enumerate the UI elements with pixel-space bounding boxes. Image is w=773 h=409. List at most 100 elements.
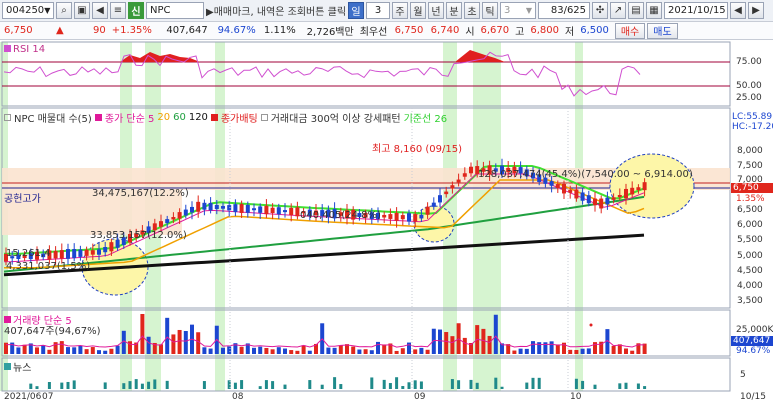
period-week-button[interactable]: 주 [392,2,409,19]
volume-bar-18 [115,345,120,354]
date-field[interactable]: 2021/10/15 [664,2,729,19]
candle-body-68 [425,206,430,215]
volume-profile-band-5: 4,331,037(1.5%) [6,261,91,272]
candle-body-75 [469,166,473,174]
crosshair-icon: ✣ [595,5,605,16]
search-icon: ⌕ [61,5,67,16]
volume-bar-64 [400,348,405,354]
period-count-value: 3 [374,5,382,16]
buy-button[interactable]: 매수 [614,22,646,39]
legend-strong-pattern: 거래대금 300억 이상 강세패턴 [270,114,401,125]
volume-bar-5 [35,347,39,354]
data-counter-value: 83/625 [550,5,587,16]
volume-bar-41 [258,346,263,354]
news-bar-73 [457,380,461,389]
candle-body-66 [413,214,418,222]
volume-bar-43 [270,349,275,354]
chart-tool-button[interactable]: ✣ [592,2,609,19]
period-minute-button[interactable]: 분 [446,2,463,19]
news-bar-9 [60,382,64,389]
candle-body-101 [630,187,635,195]
calendar-button[interactable]: ▦ [646,2,663,19]
volume-bar-85 [531,341,535,354]
volume-bar-54 [338,345,343,354]
news-bar-84 [525,382,529,389]
date-value: 2021/10/15 [668,5,726,16]
period-count-select[interactable]: 3 [366,2,391,19]
news-bar-53 [333,377,337,389]
sound-button[interactable]: ◀ [92,2,108,19]
candle-body-10 [66,249,70,259]
candle-body-18 [115,239,120,248]
news-bar-51 [320,384,324,389]
x-label-07: 07 [42,392,54,402]
max-price-label: 최고 8,160 (09/15) [372,144,463,155]
candle-body-74 [462,173,467,177]
price-chart[interactable] [0,40,773,409]
candle-body-40 [252,208,256,211]
legend-checkbox[interactable] [4,114,11,121]
candle-body-15 [97,249,101,255]
volume-bar-9 [59,341,64,354]
chevron-down-icon[interactable]: ▼ [44,6,50,15]
chart-area[interactable]: RSI 14 75.00 50.00 25.00 NPC 매물대 수(5) 종가… [0,40,773,409]
candle-body-28 [177,212,182,219]
candle-body-37 [233,204,238,213]
candle-body-35 [221,206,225,209]
stock-name-value: NPC [150,5,171,16]
period-day-button[interactable]: 일 [348,2,365,19]
volume-bar-83 [518,348,523,354]
candle-body-32 [202,202,207,210]
candle-body-13 [84,249,89,256]
quote-bar: 6,750 ▲ 90 +1.35% 407,647 94.67% 1.11% 2… [0,22,773,40]
candle-body-8 [53,250,58,259]
volume-bar-56 [351,346,356,354]
snapshot-button[interactable]: ▣ [74,2,90,19]
period-month-button[interactable]: 월 [410,2,427,19]
trend-icon: ↗ [613,5,623,16]
volume-bar-35 [221,347,225,354]
save-button[interactable]: ▤ [628,2,645,19]
volume-bar-16 [103,350,108,354]
candle-body-29 [183,209,188,216]
candle-body-44 [276,207,281,215]
news-bar-24 [153,379,157,389]
sell-button[interactable]: 매도 [647,22,678,39]
period-tick-button[interactable]: 틱 [482,2,499,19]
toolbar: 004250 ▼ ⌕ ▣ ◀ ≡ 신 NPC ▶매매마크, 내역은 조회버튼 클… [0,0,773,22]
stock-code-input[interactable]: 004250 ▼ [2,2,54,19]
open-price: 6,670 [480,25,510,36]
volume-bar-17 [109,348,114,354]
news-bar-7 [47,382,51,389]
volume-bar-101 [630,350,635,354]
news-bar-16 [103,382,107,389]
news-bar-45 [283,384,287,389]
period-second-button[interactable]: 초 [464,2,481,19]
tick-count-select[interactable]: 3 ▼ [500,2,537,19]
volume-bar-45 [283,348,287,354]
prev-button[interactable]: ◀ [730,2,747,19]
price-tick-8000: 8,000 [737,146,763,156]
data-counter: 83/625 [538,2,591,19]
open-label: 시 [465,27,475,38]
legend-ma5: 종가 단순 5 [104,114,155,125]
volume-bar-10 [66,347,70,354]
candle-body-27 [171,217,176,220]
candle-body-103 [642,182,647,191]
speaker-icon: ◀ [96,5,104,16]
trend-tool-button[interactable]: ↗ [610,2,627,19]
candle-body-9 [59,250,64,259]
news-bar-59 [370,377,374,389]
next-button[interactable]: ▶ [748,2,765,19]
candle-body-72 [450,185,455,189]
volume-bar-46 [289,350,294,354]
news-bar-19 [122,383,126,389]
search-button[interactable]: ⌕ [56,2,72,19]
stock-name-field[interactable]: NPC [146,2,204,19]
candle-body-70 [438,195,442,203]
period-year-button[interactable]: 년 [428,2,445,19]
news-bar-32 [202,381,206,389]
menu-button[interactable]: ≡ [110,2,126,19]
candle-body-46 [289,207,294,216]
news-bar-5 [35,386,39,389]
